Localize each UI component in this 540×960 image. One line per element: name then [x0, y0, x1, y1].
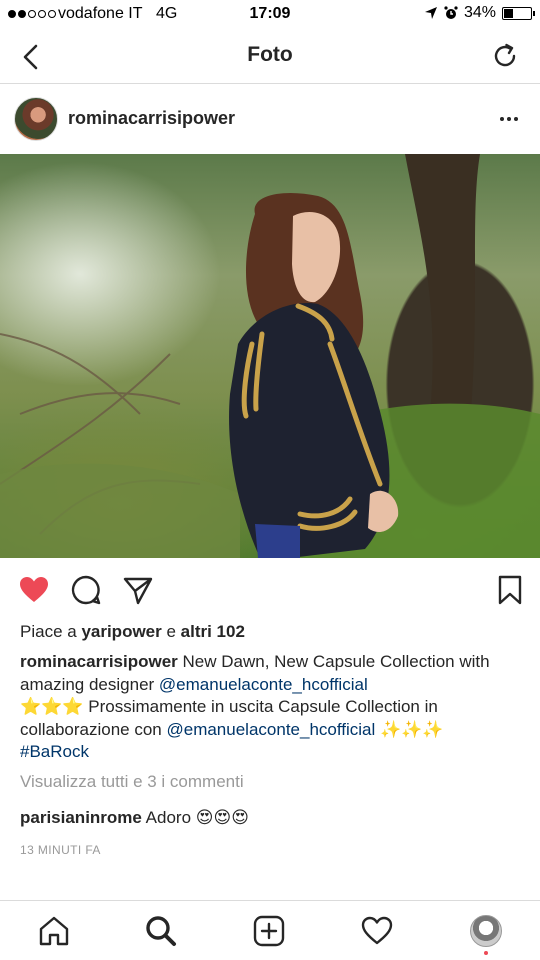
caption-hashtag[interactable]: #BaRock [20, 742, 89, 761]
post-timestamp: 13 MINUTI FA [20, 843, 101, 857]
likes-joiner: e [161, 622, 181, 641]
view-all-comments-link[interactable]: Visualizza tutti e 3 i commenti [20, 772, 244, 792]
caption-sparkles: ✨✨✨ [375, 719, 444, 739]
comment-item: parisianinrome Adoro 😍😍😍 [20, 808, 249, 828]
photo-illustration [0, 154, 540, 558]
like-heart-icon[interactable] [18, 574, 50, 606]
comment-username[interactable]: parisianinrome [20, 808, 142, 827]
share-paper-plane-icon[interactable] [122, 574, 154, 606]
save-bookmark-icon[interactable] [494, 574, 526, 606]
activity-heart-icon[interactable] [360, 914, 394, 948]
avatar[interactable] [14, 97, 58, 141]
search-icon[interactable] [144, 914, 178, 948]
bottom-tab-bar [0, 900, 540, 960]
comment-icon[interactable] [70, 574, 102, 606]
post-actions [0, 558, 540, 620]
notification-dot [484, 951, 488, 955]
location-arrow-icon [424, 7, 437, 19]
battery-percent: 34% [463, 4, 496, 21]
post-username[interactable]: rominacarrisipower [68, 108, 235, 129]
caption-mention-1[interactable]: @emanuelaconte_hcofficial [159, 675, 368, 694]
post-caption: rominacarrisipower New Dawn, New Capsule… [20, 651, 510, 764]
comment-text: Adoro 😍😍😍 [141, 808, 249, 827]
likes-prefix: Piace a [20, 622, 82, 641]
status-icons: 34% [424, 4, 535, 22]
post-photo[interactable] [0, 154, 540, 558]
add-post-icon[interactable] [252, 914, 286, 948]
likes-summary: Piace a yaripower e altri 102 [20, 622, 245, 642]
battery-icon [502, 6, 535, 20]
post-header: rominacarrisipower [0, 84, 540, 154]
home-icon[interactable] [37, 914, 71, 948]
alarm-clock-icon [444, 6, 458, 19]
profile-tab-avatar[interactable] [470, 915, 502, 947]
status-bar: vodafone IT 4G 17:09 34% [0, 0, 540, 30]
refresh-icon[interactable] [490, 41, 520, 71]
more-options-icon[interactable] [496, 106, 522, 132]
caption-username[interactable]: rominacarrisipower [20, 652, 178, 671]
nav-bar: Foto [0, 30, 540, 84]
caption-mention-2[interactable]: @emanuelaconte_hcofficial [166, 720, 375, 739]
liker-username[interactable]: yaripower [81, 622, 161, 641]
likes-others[interactable]: altri 102 [181, 622, 245, 641]
caption-stars: ⭐⭐⭐ [20, 697, 89, 716]
page-title: Foto [247, 43, 293, 66]
